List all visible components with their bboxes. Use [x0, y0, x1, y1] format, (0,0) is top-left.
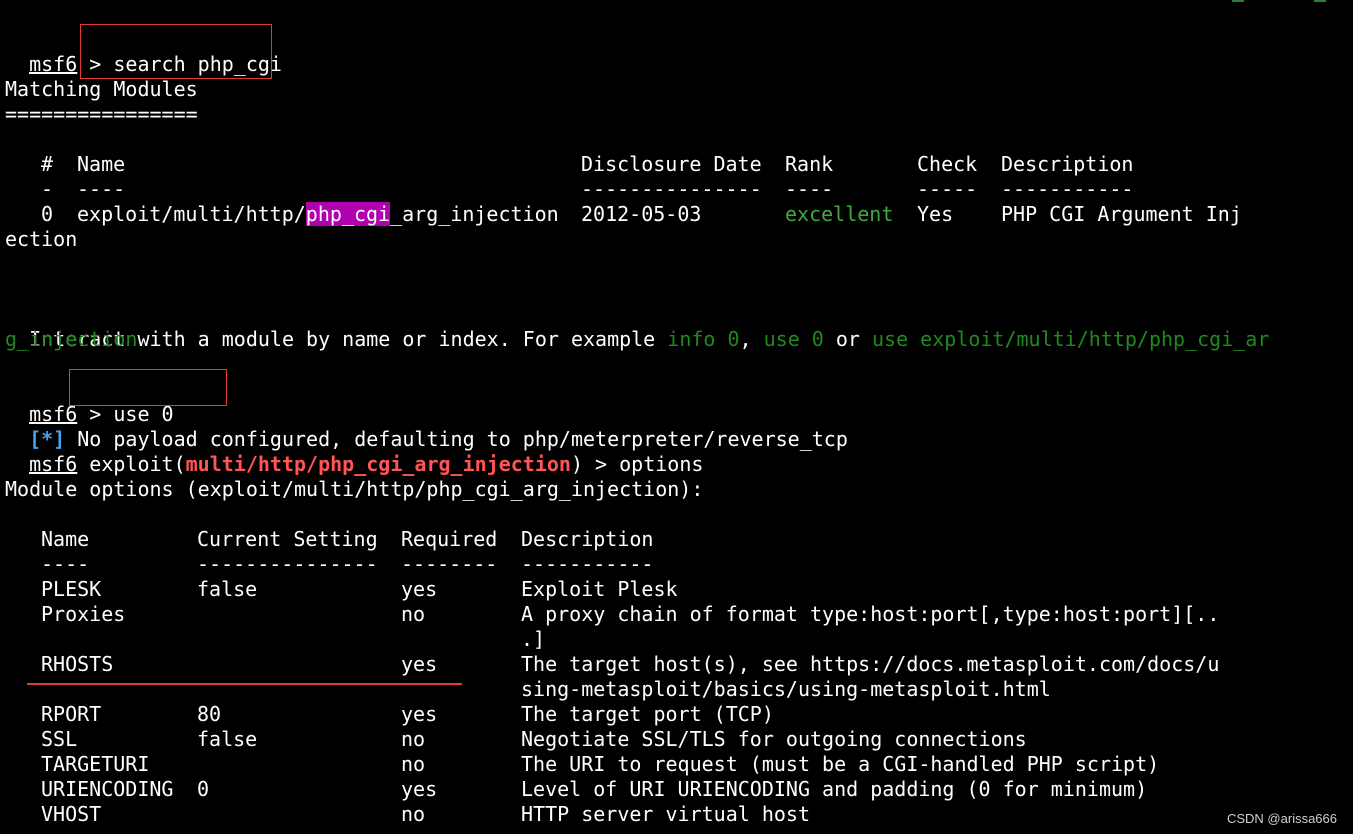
- option-name: Proxies: [41, 602, 126, 626]
- option-required: no: [401, 727, 426, 751]
- interact-hint-line1: Interact with a module by name or index.…: [5, 302, 1269, 351]
- interact-sep2: or: [823, 327, 873, 351]
- col-date-header: Disclosure Date: [581, 152, 762, 176]
- interact-hint-line2: g_injection: [5, 327, 138, 351]
- csdn-watermark: CSDN @arissa666: [1226, 811, 1337, 826]
- opt-col-setting-header: Current Setting: [197, 527, 378, 551]
- exploit-close: ) >: [570, 452, 620, 476]
- option-required: no: [401, 802, 426, 826]
- module-name-prefix: exploit/multi/http/: [77, 202, 306, 226]
- option-setting: 0: [197, 777, 210, 801]
- option-name: PLESK: [41, 577, 102, 601]
- module-description-wrap: ection: [5, 227, 78, 251]
- option-required: yes: [401, 652, 438, 676]
- example-use-0: use 0: [763, 327, 824, 351]
- dash-rank: ----: [785, 177, 834, 201]
- option-setting: 80: [197, 702, 222, 726]
- option-required: yes: [401, 702, 438, 726]
- option-description: Exploit Plesk: [521, 577, 678, 601]
- module-date: 2012-05-03: [581, 202, 702, 226]
- col-rank-header: Rank: [785, 152, 834, 176]
- option-name: URIENCODING: [41, 777, 174, 801]
- option-setting: false: [197, 727, 258, 751]
- dash-check: -----: [917, 177, 978, 201]
- option-description: A proxy chain of format type:host:port[,…: [521, 602, 1220, 626]
- module-rank: excellent: [785, 202, 894, 226]
- annotation-box-use: [69, 369, 227, 406]
- option-description-wrap: sing-metasploit/basics/using-metasploit.…: [521, 677, 1051, 701]
- opt-col-name-header: Name: [41, 527, 90, 551]
- example-info-0: info 0: [667, 327, 740, 351]
- exploit-module-name: multi/http/php_cgi_arg_injection: [185, 452, 571, 476]
- option-name: RPORT: [41, 702, 102, 726]
- opt-dash-required: --------: [401, 552, 498, 576]
- col-check-header: Check: [917, 152, 978, 176]
- option-setting: false: [197, 577, 258, 601]
- option-required: yes: [401, 777, 438, 801]
- col-index-header: #: [41, 152, 54, 176]
- option-name: VHOST: [41, 802, 102, 826]
- example-use-module: use exploit/multi/http/php_cgi_ar: [872, 327, 1270, 351]
- option-description-wrap: .]: [521, 627, 546, 651]
- option-description: The target host(s), see https://docs.met…: [521, 652, 1220, 676]
- opt-col-required-header: Required: [401, 527, 498, 551]
- module-description: PHP CGI Argument Inj: [1001, 202, 1242, 226]
- dash-name: ----: [77, 177, 126, 201]
- dash-date: ---------------: [581, 177, 762, 201]
- option-description: HTTP server virtual host: [521, 802, 810, 826]
- option-required: no: [401, 602, 426, 626]
- option-name: RHOSTS: [41, 652, 114, 676]
- annotation-box-search: [80, 24, 272, 79]
- dash-description: -----------: [1001, 177, 1134, 201]
- option-required: yes: [401, 577, 438, 601]
- opt-dash-description: -----------: [521, 552, 654, 576]
- option-description: Negotiate SSL/TLS for outgoing connectio…: [521, 727, 1027, 751]
- option-description: The target port (TCP): [521, 702, 774, 726]
- annotation-underline-rhosts: [27, 683, 462, 685]
- module-check: Yes: [917, 202, 954, 226]
- options-command-line: msf6 exploit(multi/http/php_cgi_arg_inje…: [5, 427, 703, 476]
- col-description-header: Description: [1001, 152, 1134, 176]
- top-edge-mark-right: [1314, 0, 1326, 2]
- prompt-msf6: msf6: [29, 452, 78, 476]
- col-name-header: Name: [77, 152, 126, 176]
- dash-index: -: [41, 177, 54, 201]
- opt-dash-setting: ---------------: [197, 552, 378, 576]
- module-index: 0: [41, 202, 54, 226]
- option-description: The URI to request (must be a CGI-handle…: [521, 752, 1160, 776]
- matching-modules-rule: ================: [5, 102, 198, 126]
- option-name: TARGETURI: [41, 752, 150, 776]
- opt-dash-name: ----: [41, 552, 90, 576]
- search-match-highlight: php_cgi: [305, 202, 391, 226]
- module-name: exploit/multi/http/php_cgi_arg_injection: [77, 202, 559, 226]
- option-description: Level of URI URIENCODING and padding (0 …: [521, 777, 1148, 801]
- module-options-title: Module options (exploit/multi/http/php_c…: [5, 477, 704, 501]
- option-required: no: [401, 752, 426, 776]
- option-name: SSL: [41, 727, 78, 751]
- payload-info-line: [*] No payload configured, defaulting to…: [5, 402, 848, 451]
- module-name-suffix: _arg_injection: [390, 202, 559, 226]
- options-command: options: [619, 452, 704, 476]
- exploit-word: exploit(: [77, 452, 186, 476]
- interact-sep1: ,: [739, 327, 764, 351]
- matching-modules-heading: Matching Modules: [5, 77, 198, 101]
- top-edge-mark-left: [1232, 0, 1244, 2]
- opt-col-description-header: Description: [521, 527, 654, 551]
- prompt-msf6: msf6: [29, 52, 78, 76]
